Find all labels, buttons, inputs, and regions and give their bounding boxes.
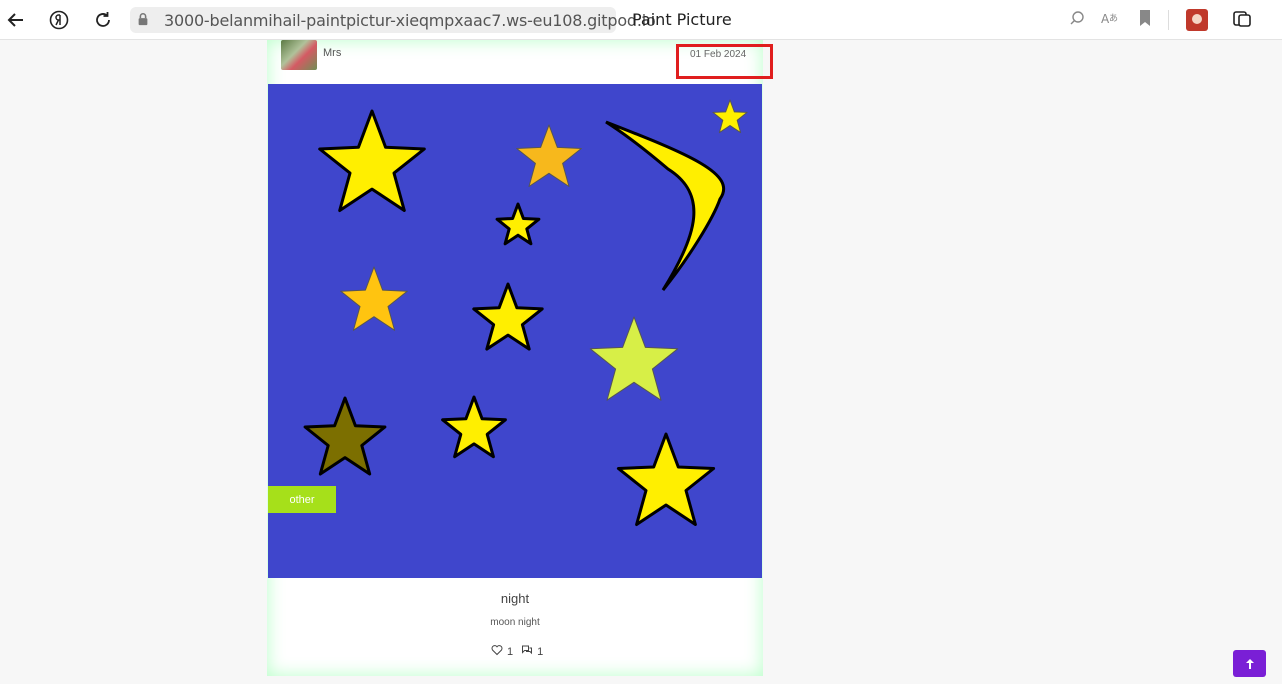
star-shape (495, 202, 541, 246)
star-shape (712, 99, 748, 134)
search-icon[interactable] (1068, 9, 1086, 32)
heart-icon[interactable] (491, 644, 503, 659)
comments-count: 1 (537, 645, 544, 658)
star-shape (340, 266, 408, 331)
scroll-to-top-button[interactable] (1233, 650, 1266, 677)
star-shape (441, 395, 507, 459)
category-tag[interactable]: other (268, 486, 336, 513)
arrow-up-icon (1245, 658, 1254, 669)
yandex-icon[interactable] (47, 8, 71, 32)
post-description: moon night (490, 617, 540, 628)
avatar[interactable] (281, 40, 317, 70)
tabs-icon[interactable] (1232, 9, 1252, 34)
painting-artwork (303, 99, 748, 526)
likes-count: 1 (507, 645, 514, 658)
moon-shape (605, 120, 726, 291)
svg-text:あ: あ (1109, 13, 1118, 24)
date-highlight-box (676, 44, 773, 79)
comments-icon[interactable] (521, 644, 533, 659)
back-arrow-icon[interactable] (4, 8, 28, 32)
reload-icon[interactable] (91, 8, 115, 32)
post-stats: 1 1 (491, 644, 543, 659)
translate-icon[interactable]: Aあ (1100, 9, 1120, 30)
author-name[interactable]: Mrs (323, 47, 341, 59)
browser-toolbar: 3000-belanmihail-paintpictur-xieqmpxaac7… (0, 0, 1282, 40)
toolbar-divider (1168, 10, 1169, 30)
star-shape (472, 282, 544, 351)
star-shape (589, 316, 679, 401)
address-bar[interactable]: 3000-belanmihail-paintpictur-xieqmpxaac7… (130, 7, 656, 33)
lock-icon (136, 11, 152, 29)
painting-image[interactable] (268, 84, 762, 578)
extension-avatar-icon[interactable] (1186, 9, 1208, 31)
star-shape (318, 109, 426, 212)
star-shape (303, 396, 387, 476)
page-title: Paint Picture (632, 10, 732, 29)
bookmark-icon[interactable] (1138, 9, 1152, 32)
star-shape (516, 124, 582, 187)
star-shape (616, 432, 716, 526)
url-text: 3000-belanmihail-paintpictur-xieqmpxaac7… (164, 11, 656, 30)
post-title: night (500, 591, 530, 606)
